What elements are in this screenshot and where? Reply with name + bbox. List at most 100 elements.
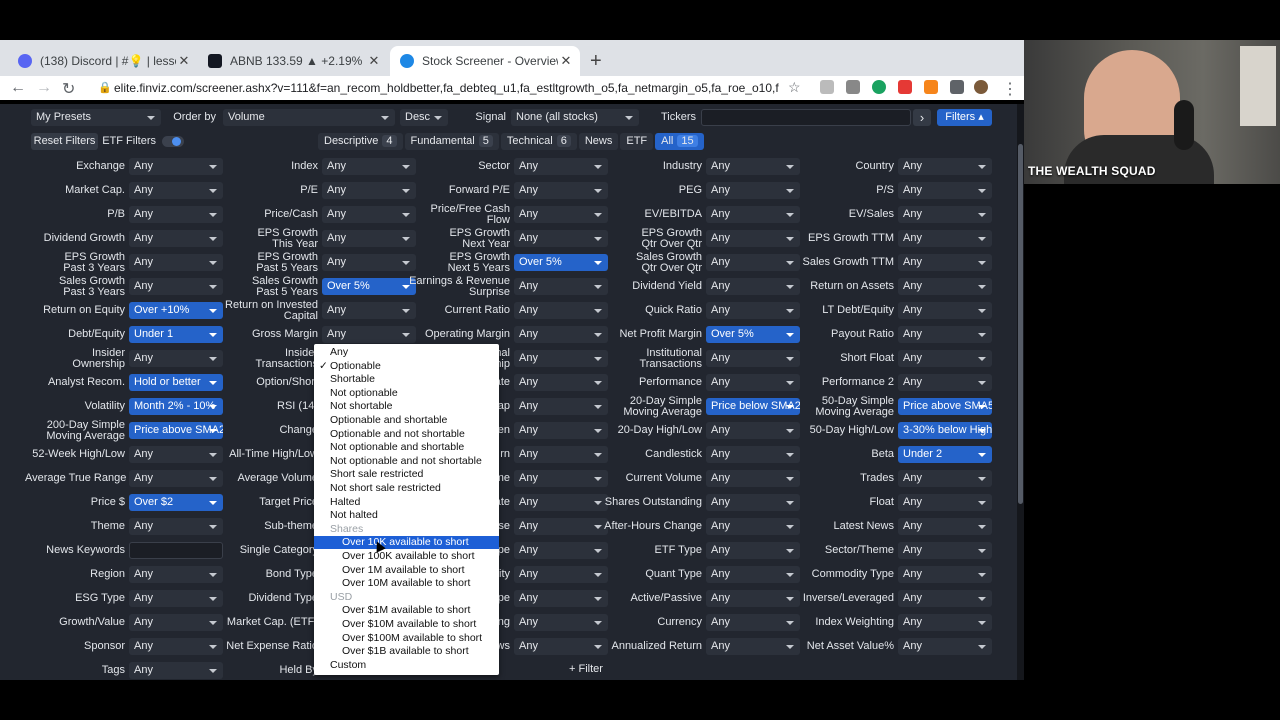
back-button[interactable]: ← [10, 79, 26, 97]
tab-fundamental[interactable]: Fundamental 5 [404, 133, 499, 150]
tab-news[interactable]: News [578, 133, 619, 150]
close-icon[interactable]: ✕ [366, 53, 382, 69]
col3-filter-select[interactable]: Any [514, 278, 608, 295]
dropdown-option[interactable]: Over 10K available to short [314, 536, 499, 550]
col1-filter-select[interactable]: Over $2 [129, 494, 223, 511]
extension-icon[interactable] [820, 80, 834, 94]
col1-filter-select[interactable]: Any [129, 638, 223, 655]
close-icon[interactable]: ✕ [558, 53, 574, 69]
col5-filter-select[interactable]: Any [898, 638, 992, 655]
col3-filter-select[interactable]: Any [514, 422, 608, 439]
col2-filter-select[interactable]: Any [322, 206, 416, 223]
dropdown-option[interactable]: Over $100M available to short [314, 632, 499, 645]
col5-filter-select[interactable]: Any [898, 470, 992, 487]
col1-filter-select[interactable]: Any [129, 590, 223, 607]
col5-filter-select[interactable]: 3-30% below High [898, 422, 992, 439]
col5-filter-select[interactable]: Any [898, 494, 992, 511]
dropdown-option[interactable]: Over 100K available to short [314, 550, 499, 563]
etf-filters-toggle[interactable] [162, 136, 184, 147]
tickers-input[interactable] [701, 109, 911, 126]
col5-filter-select[interactable]: Any [898, 230, 992, 247]
col5-filter-select[interactable]: Any [898, 326, 992, 343]
dropdown-option[interactable]: ✓ Optionable [314, 360, 499, 373]
filters-toggle-button[interactable]: Filters ▴ [937, 109, 992, 126]
dropdown-option[interactable]: Short sale restricted [314, 468, 499, 481]
dropdown-option[interactable]: Over $1M available to short [314, 604, 499, 617]
dropdown-option[interactable]: Optionable and not shortable [314, 428, 499, 441]
col1-filter-select[interactable]: Any [129, 254, 223, 271]
col3-filter-select[interactable]: Any [514, 374, 608, 391]
col3-filter-select[interactable]: Any [514, 566, 608, 583]
col1-filter-select[interactable]: Month 2% - 10% [129, 398, 223, 415]
col5-filter-select[interactable]: Any [898, 182, 992, 199]
tab-etf[interactable]: ETF [620, 133, 654, 150]
col1-filter-select[interactable]: Any [129, 470, 223, 487]
col5-filter-select[interactable]: Price above SMA50 [898, 398, 992, 415]
col1-filter-select[interactable]: Any [129, 518, 223, 535]
tab-all[interactable]: All 15 [655, 133, 704, 150]
direction-select[interactable]: Desc [400, 109, 448, 126]
dropdown-option[interactable]: Not optionable and shortable [314, 441, 499, 454]
col3-filter-select[interactable]: Any [514, 470, 608, 487]
url-text[interactable]: elite.finviz.com/screener.ashx?v=111&f=a… [114, 81, 779, 95]
col3-filter-select[interactable]: Any [514, 230, 608, 247]
col5-filter-select[interactable]: Any [898, 614, 992, 631]
col1-filter-select[interactable]: Any [129, 614, 223, 631]
col5-filter-select[interactable]: Any [898, 542, 992, 559]
col1-filter-select[interactable]: Hold or better [129, 374, 223, 391]
col3-filter-select[interactable]: Any [514, 494, 608, 511]
close-icon[interactable]: ✕ [176, 53, 192, 69]
dropdown-option[interactable]: Not optionable and not shortable [314, 455, 499, 468]
tab-descriptive[interactable]: Descriptive 4 [318, 133, 403, 150]
col2-filter-select[interactable]: Over 5% [322, 278, 416, 295]
col2-filter-select[interactable]: Any [322, 230, 416, 247]
add-filter-button[interactable]: + Filter [566, 661, 606, 678]
col5-filter-select[interactable]: Any [898, 566, 992, 583]
order-by-select[interactable]: Volume [223, 109, 395, 126]
dropdown-option[interactable]: Over 1M available to short [314, 564, 499, 577]
signal-select[interactable]: None (all stocks) [511, 109, 639, 126]
col3-filter-select[interactable]: Any [514, 206, 608, 223]
presets-select[interactable]: My Presets [31, 109, 161, 126]
col3-filter-select[interactable]: Any [514, 398, 608, 415]
col2-filter-select[interactable]: Any [322, 158, 416, 175]
col3-filter-select[interactable]: Any [514, 542, 608, 559]
bookmark-star-icon[interactable]: ☆ [788, 79, 801, 96]
puzzle-icon[interactable] [950, 80, 964, 94]
col5-filter-select[interactable]: Any [898, 302, 992, 319]
col1-filter-select[interactable]: Any [129, 230, 223, 247]
extension-icon[interactable] [872, 80, 886, 94]
col1-filter-select[interactable]: Any [129, 158, 223, 175]
browser-tab-abnb[interactable]: ABNB 133.59 ▲ +2.19% Unna ✕ [198, 46, 388, 76]
col2-filter-select[interactable]: Any [322, 326, 416, 343]
col3-filter-select[interactable]: Any [514, 302, 608, 319]
col5-filter-select[interactable]: Any [898, 254, 992, 271]
col3-filter-select[interactable]: Any [514, 638, 608, 655]
extension-icon[interactable] [846, 80, 860, 94]
dropdown-option[interactable]: Over $10M available to short [314, 618, 499, 631]
col1-filter-select[interactable]: Price above SMA200 [129, 422, 223, 439]
col2-filter-select[interactable]: Any [322, 182, 416, 199]
dropdown-option[interactable]: Custom [314, 659, 499, 672]
scrollbar[interactable] [1017, 104, 1024, 680]
col5-filter-select[interactable]: Any [898, 206, 992, 223]
forward-button[interactable]: → [36, 79, 52, 97]
col5-filter-select[interactable]: Any [898, 374, 992, 391]
col5-filter-select[interactable]: Any [898, 350, 992, 367]
dropdown-option[interactable]: Not optionable [314, 387, 499, 400]
dropdown-option[interactable]: Not shortable [314, 400, 499, 413]
col3-filter-select[interactable]: Any [514, 350, 608, 367]
col5-filter-select[interactable]: Any [898, 518, 992, 535]
dropdown-option[interactable]: Any [314, 346, 499, 359]
col3-filter-select[interactable]: Over 5% [514, 254, 608, 271]
scrollbar-thumb[interactable] [1018, 144, 1023, 504]
dropdown-option[interactable]: Over $1B available to short [314, 645, 499, 658]
col1-filter-select[interactable]: Any [129, 206, 223, 223]
dropdown-option[interactable]: Halted [314, 496, 499, 509]
col5-filter-select[interactable]: Any [898, 158, 992, 175]
col1-filter-select[interactable]: Under 1 [129, 326, 223, 343]
col5-filter-select[interactable]: Any [898, 590, 992, 607]
reset-filters-button[interactable]: Reset Filters [31, 133, 98, 150]
avatar[interactable] [974, 80, 988, 94]
tab-technical[interactable]: Technical 6 [500, 133, 577, 150]
